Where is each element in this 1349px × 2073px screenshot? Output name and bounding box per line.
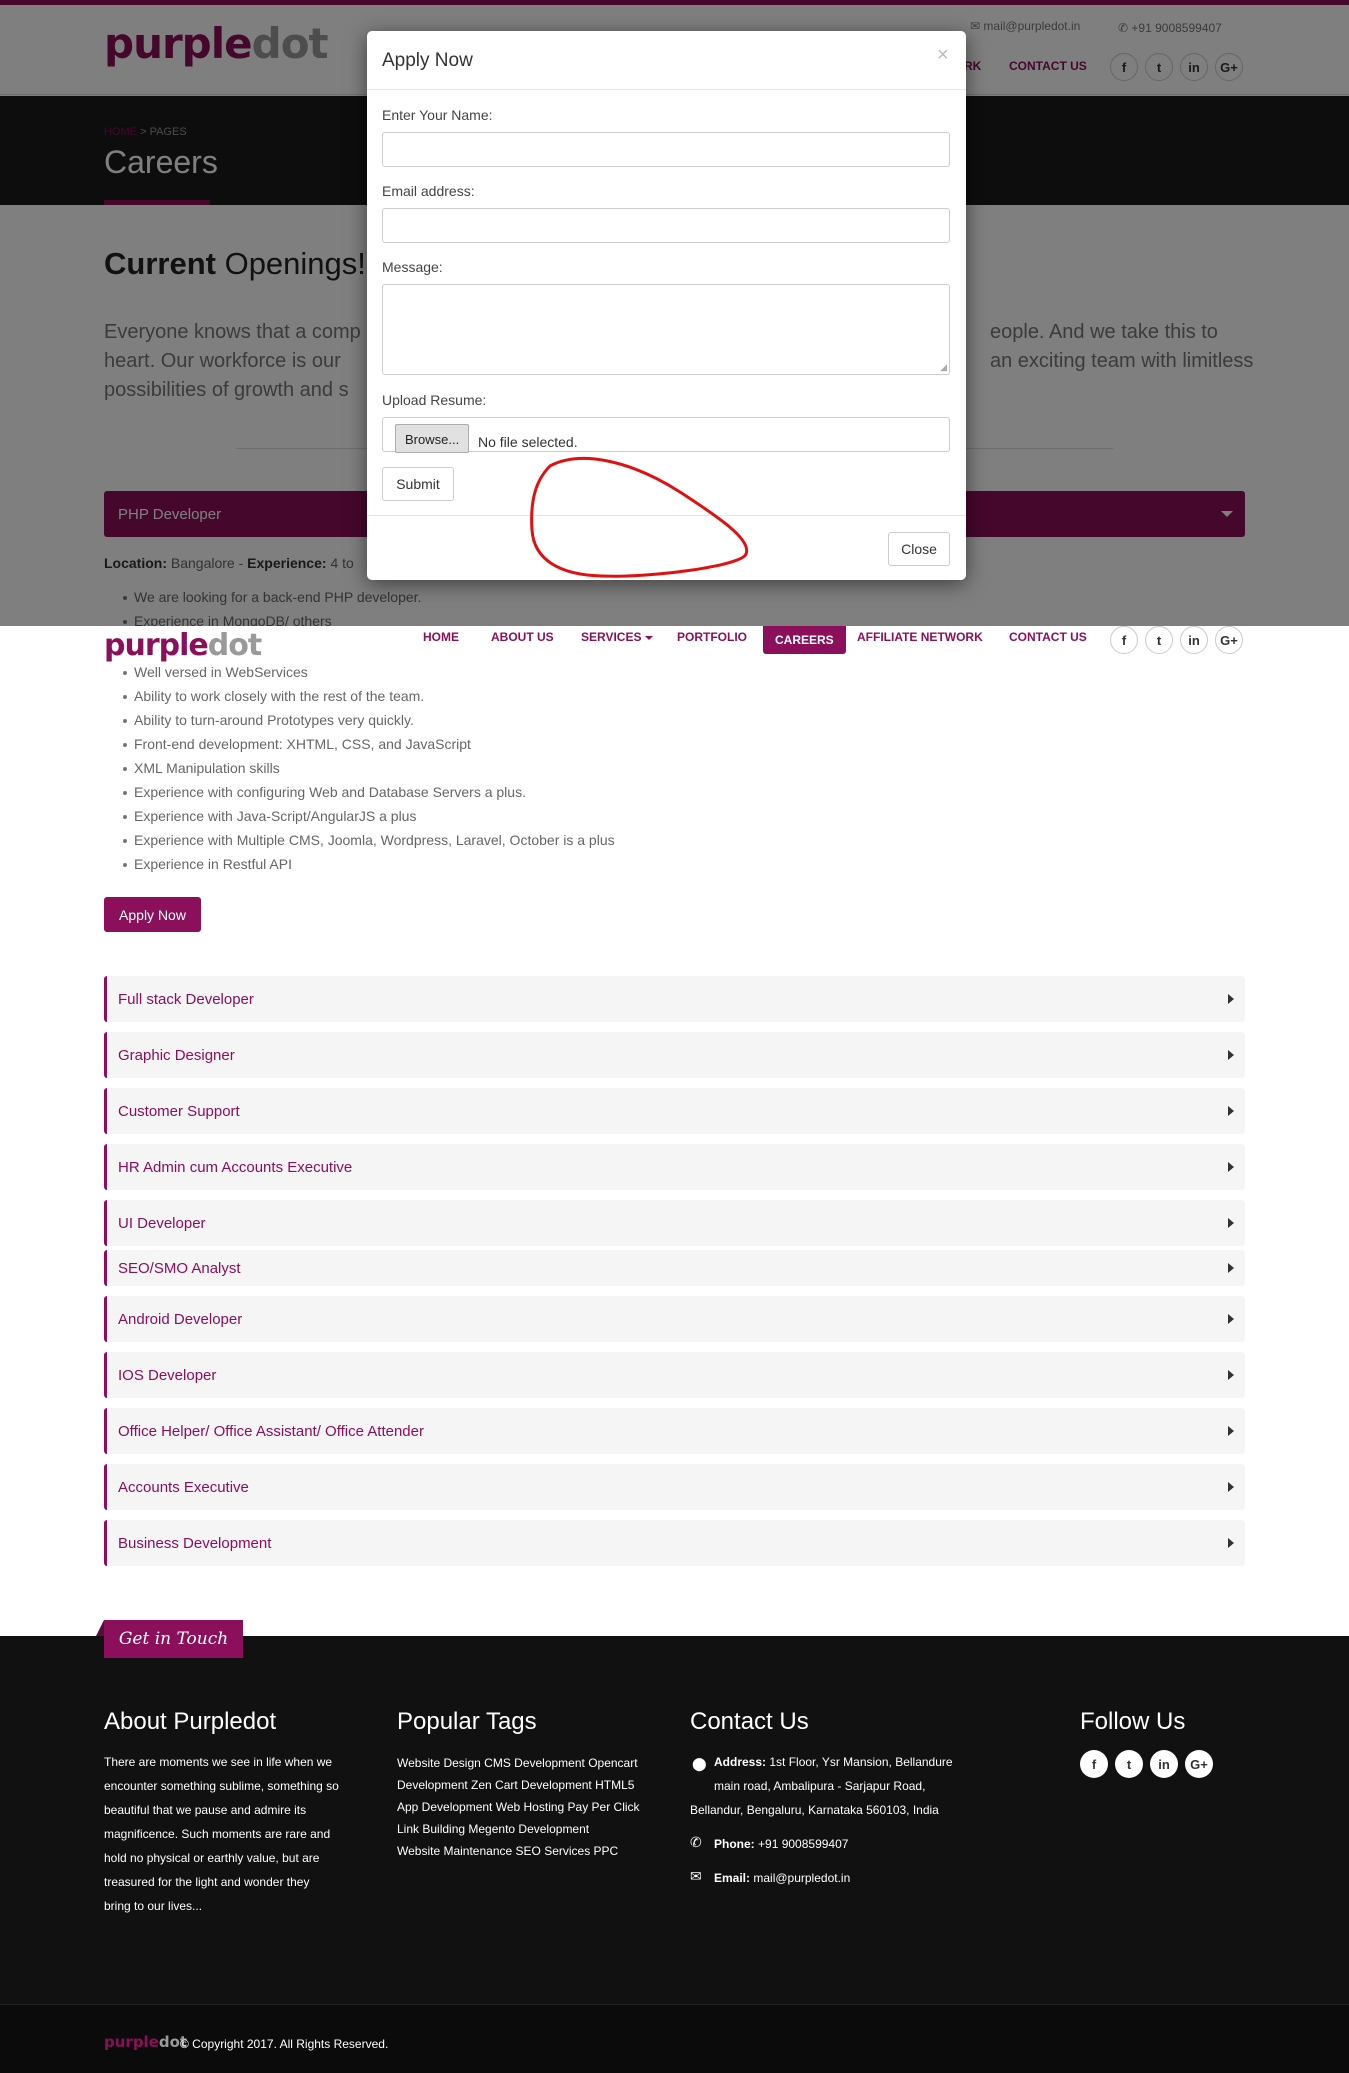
nav-portfolio[interactable]: PORTFOLIO xyxy=(677,630,747,644)
sticky-logo[interactable]: purpledot xyxy=(104,628,262,663)
resume-label: Upload Resume: xyxy=(382,392,487,408)
copyright-text: © Copyright 2017. All Rights Reserved. xyxy=(180,2037,389,2051)
job-requirement: XML Manipulation skills xyxy=(123,760,280,776)
nav-services[interactable]: SERVICES xyxy=(581,630,653,644)
job-requirement: Experience with configuring Web and Data… xyxy=(123,784,526,800)
submit-button[interactable]: Submit xyxy=(382,467,454,501)
caret-right-icon xyxy=(1228,1106,1234,1116)
caret-down-icon xyxy=(644,635,653,640)
modal-header-divider xyxy=(367,89,966,90)
message-label: Message: xyxy=(382,259,443,275)
email-label: Email address: xyxy=(382,183,475,199)
footer-phone: Phone: +91 9008599407 xyxy=(714,1837,849,1851)
caret-right-icon xyxy=(1228,994,1234,1004)
caret-right-icon xyxy=(1228,1050,1234,1060)
linkedin-icon[interactable]: in xyxy=(1180,626,1208,654)
accordion-job[interactable]: Graphic Designer xyxy=(104,1032,1245,1078)
accordion-job[interactable]: Accounts Executive xyxy=(104,1464,1245,1510)
googleplus-icon[interactable]: G+ xyxy=(1185,1750,1213,1778)
phone-icon: ✆ xyxy=(690,1834,702,1850)
job-requirement: Ability to work closely with the rest of… xyxy=(122,688,425,704)
twitter-icon[interactable]: t xyxy=(1145,626,1173,654)
accordion-job[interactable]: UI Developer xyxy=(104,1200,1245,1246)
nav-careers-active[interactable]: CAREERS xyxy=(763,626,846,654)
caret-right-icon xyxy=(1228,1426,1234,1436)
accordion-job[interactable]: Full stack Developer xyxy=(104,976,1245,1022)
accordion-job[interactable]: Android Developer xyxy=(104,1296,1245,1342)
nav-affiliate-network[interactable]: AFFILIATE NETWORK xyxy=(857,630,983,644)
footer-logo[interactable]: purpledot xyxy=(104,2033,187,2051)
browse-button[interactable]: Browse... xyxy=(395,424,470,453)
accordion-job[interactable]: Business Development xyxy=(104,1520,1245,1566)
resume-file-input[interactable]: Browse... No file selected. xyxy=(382,417,950,453)
caret-right-icon xyxy=(1228,1538,1234,1548)
email-input[interactable] xyxy=(382,208,950,243)
accordion-job[interactable]: Customer Support xyxy=(104,1088,1245,1134)
accordion-job[interactable]: SEO/SMO Analyst xyxy=(104,1250,1245,1286)
caret-right-icon xyxy=(1228,1162,1234,1172)
resize-handle-icon[interactable]: ◢ xyxy=(940,362,947,373)
footer-tags-title: Popular Tags xyxy=(397,1708,537,1735)
footer-follow-title: Follow Us xyxy=(1080,1708,1186,1735)
caret-right-icon xyxy=(1228,1218,1234,1228)
caret-right-icon xyxy=(1228,1370,1234,1380)
message-textarea[interactable]: ◢ xyxy=(382,284,950,375)
name-label: Enter Your Name: xyxy=(382,107,493,123)
red-circle-annotation xyxy=(530,456,749,578)
caret-right-icon xyxy=(1228,1482,1234,1492)
nav-about-us[interactable]: ABOUT US xyxy=(491,630,554,644)
map-marker-icon: ⬤ xyxy=(692,1756,707,1771)
accordion-job[interactable]: HR Admin cum Accounts Executive xyxy=(104,1144,1245,1190)
twitter-icon[interactable]: t xyxy=(1115,1750,1143,1778)
envelope-icon: ✉ xyxy=(690,1868,702,1884)
accordion-job[interactable]: IOS Developer xyxy=(104,1352,1245,1398)
footer-email[interactable]: Email: mail@purpledot.in xyxy=(714,1866,850,1890)
footer-about-text: There are moments we see in life when we… xyxy=(104,1755,339,1913)
googleplus-icon[interactable]: G+ xyxy=(1215,626,1243,654)
job-requirement: Ability to turn-around Prototypes very q… xyxy=(123,712,414,728)
modal-title: Apply Now xyxy=(382,50,473,71)
footer-address: Address: 1st Floor, Ysr Mansion, Belland… xyxy=(714,1755,953,1793)
modal-close-x[interactable]: × xyxy=(937,44,949,67)
facebook-icon[interactable]: f xyxy=(1110,626,1138,654)
nav-contact-us[interactable]: CONTACT US xyxy=(1009,630,1087,644)
footer-about-title: About Purpledot xyxy=(104,1708,277,1735)
footer-address-last: Bellandur, Bengaluru, Karnataka 560103, … xyxy=(690,1803,939,1817)
file-status-text: No file selected. xyxy=(478,434,578,450)
accordion-job[interactable]: Office Helper/ Office Assistant/ Office … xyxy=(104,1408,1245,1454)
job-requirement: Experience with Java-Script/AngularJS a … xyxy=(122,808,417,824)
facebook-icon[interactable]: f xyxy=(1080,1750,1108,1778)
footer-tags[interactable]: Website Design CMS Development Opencart … xyxy=(397,1752,640,1862)
get-in-touch-tab[interactable]: Get in Touch xyxy=(104,1620,243,1658)
get-in-touch-fold xyxy=(96,1620,104,1636)
apply-now-button[interactable]: Apply Now xyxy=(104,897,201,932)
linkedin-icon[interactable]: in xyxy=(1150,1750,1178,1778)
caret-right-icon xyxy=(1228,1263,1234,1273)
job-requirement: Front-end development: XHTML, CSS, and J… xyxy=(123,736,471,752)
job-requirement: Experience with Multiple CMS, Joomla, Wo… xyxy=(123,832,615,848)
job-requirement: Experience in Restful API xyxy=(123,856,292,872)
job-requirement: Well versed in WebServices xyxy=(123,664,308,680)
footer-contact-title: Contact Us xyxy=(690,1708,809,1735)
nav-home[interactable]: HOME xyxy=(423,630,459,644)
close-button[interactable]: Close xyxy=(888,532,950,566)
name-input[interactable] xyxy=(382,132,950,167)
caret-right-icon xyxy=(1228,1314,1234,1324)
